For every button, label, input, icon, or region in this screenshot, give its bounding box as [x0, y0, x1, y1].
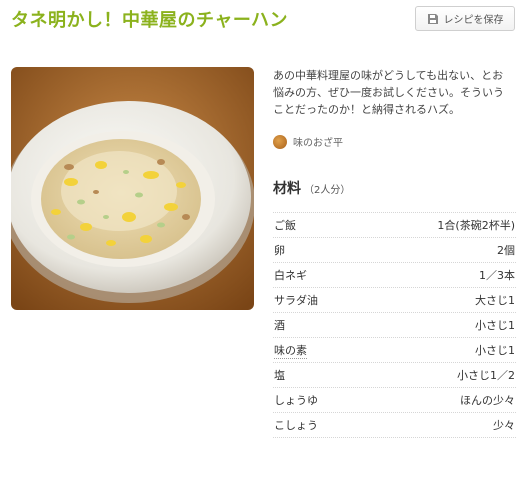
ingredient-amount: 大さじ1 — [475, 294, 515, 307]
avatar — [273, 134, 287, 149]
ingredient-amount: 小さじ1／2 — [457, 369, 515, 382]
ingredient-name: 白ネギ — [274, 269, 307, 282]
ingredient-amount: 1合(茶碗2杯半) — [437, 219, 515, 232]
ingredient-name: サラダ油 — [274, 294, 318, 307]
ingredient-name: 塩 — [274, 369, 285, 382]
ingredient-amount: 小さじ1 — [475, 319, 515, 332]
ingredient-amount: 少々 — [493, 419, 515, 432]
ingredient-name: 酒 — [274, 319, 285, 332]
ingredient-row: しょうゆ ほんの少々 — [273, 388, 516, 413]
ingredient-name: 卵 — [274, 244, 285, 257]
recipe-photo[interactable] — [11, 67, 254, 310]
servings: （2人分） — [304, 185, 351, 196]
ingredients-heading: 材料 （2人分） — [273, 178, 350, 198]
ingredient-amount: 2個 — [497, 244, 515, 257]
ingredient-amount: 1／3本 — [479, 269, 515, 282]
ingredient-row: こしょう 少々 — [273, 413, 516, 438]
ingredient-name: しょうゆ — [274, 394, 318, 407]
author-name: 味のおざ平 — [293, 138, 343, 149]
ingredient-amount: ほんの少々 — [460, 394, 515, 407]
recipe-description: あの中華料理屋の味がどうしても出ない、とお悩みの方、ぜひ一度お試しください。そう… — [273, 69, 504, 116]
ingredient-amount: 小さじ1 — [475, 344, 515, 357]
recipe-title: タネ明かし！中華屋のチャーハン — [11, 10, 288, 31]
ingredient-row: ご飯 1合(茶碗2杯半) — [273, 213, 516, 238]
ingredient-row: 卵 2個 — [273, 238, 516, 263]
save-recipe-button[interactable]: レシピを保存 — [415, 6, 515, 31]
ingredient-row: 塩 小さじ1／2 — [273, 363, 516, 388]
ingredient-row: サラダ油 大さじ1 — [273, 288, 516, 313]
ingredient-row: 白ネギ 1／3本 — [273, 263, 516, 288]
ingredient-row: 味の素 小さじ1 — [273, 338, 516, 363]
author-link[interactable]: 味のおざ平 — [273, 134, 343, 149]
ingredients-heading-label: 材料 — [273, 181, 301, 197]
save-recipe-label: レシピを保存 — [443, 15, 504, 26]
ingredient-name-link[interactable]: 味の素 — [274, 342, 307, 359]
fried-rice-image — [11, 67, 254, 310]
save-icon — [427, 13, 438, 24]
ingredient-name: ご飯 — [274, 219, 296, 232]
ingredient-row: 酒 小さじ1 — [273, 313, 516, 338]
ingredients-list: ご飯 1合(茶碗2杯半) 卵 2個 白ネギ 1／3本 サラダ油 大さじ1 酒 小… — [273, 212, 516, 438]
ingredient-name: こしょう — [274, 419, 318, 432]
